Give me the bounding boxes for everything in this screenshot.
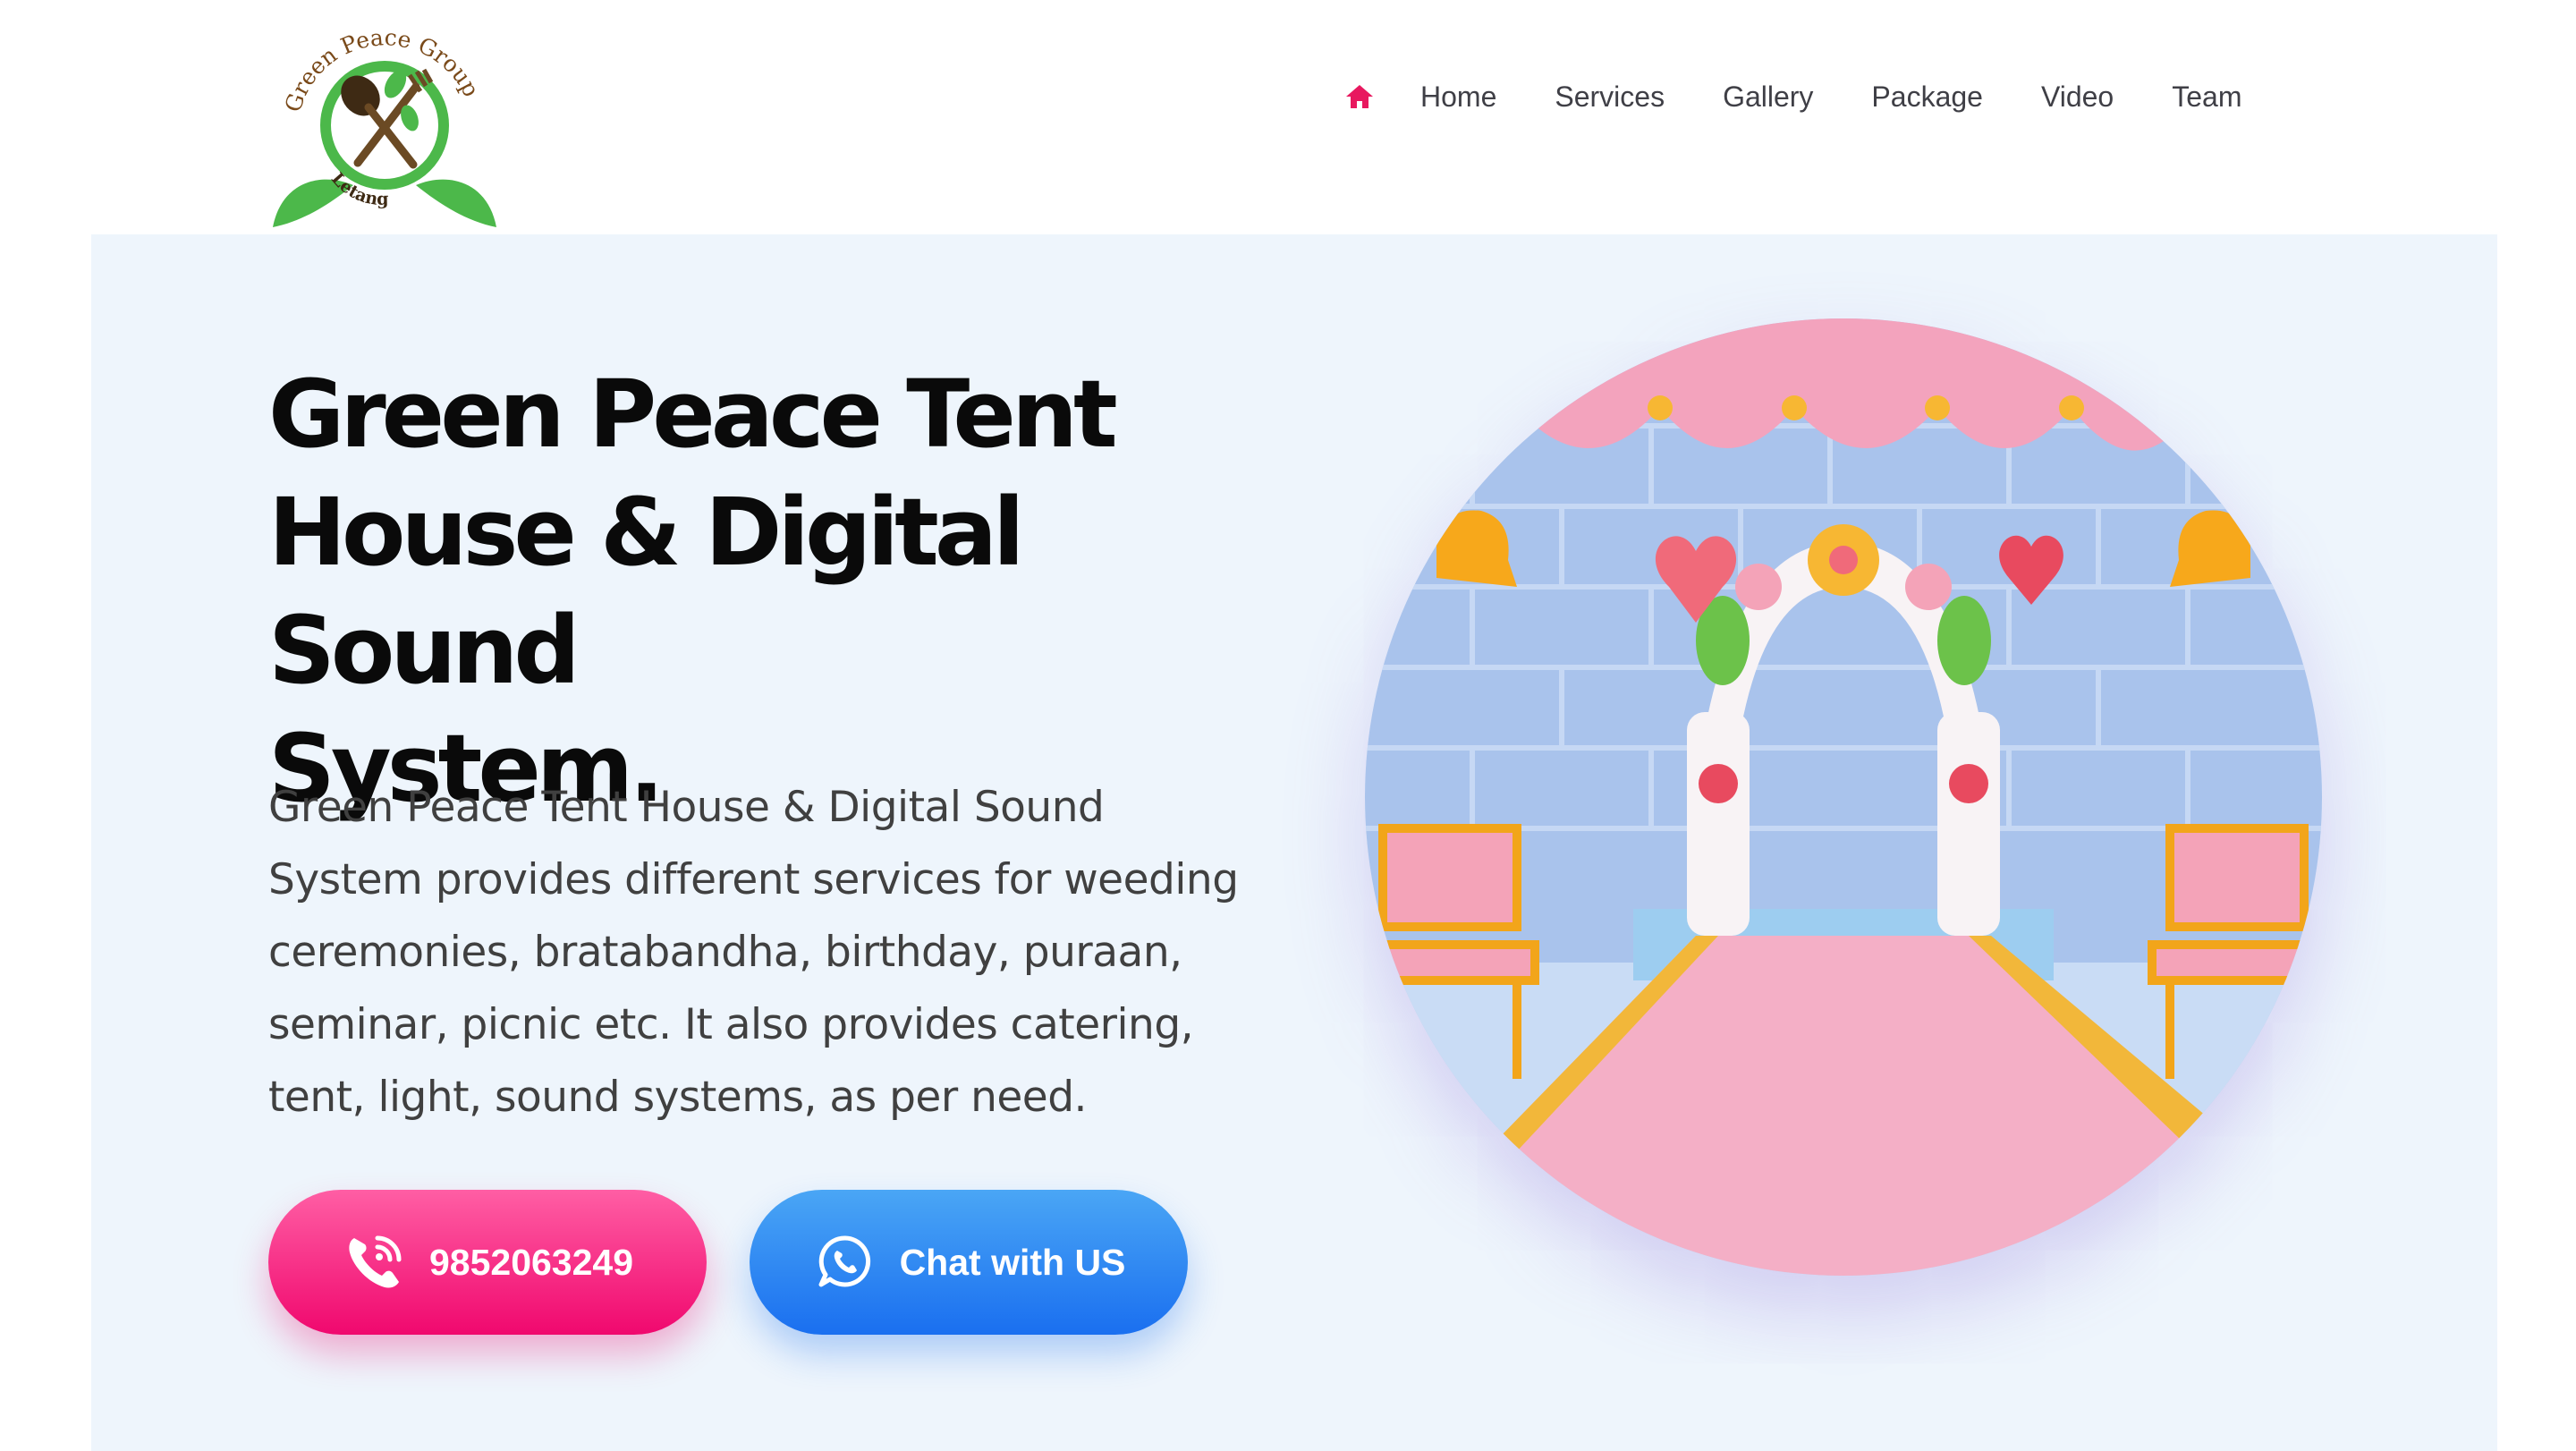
hero-description-line: ceremonies, bratabandha, birthday, puraa… (268, 928, 1182, 977)
nav-item-team[interactable]: Team (2172, 79, 2241, 115)
home-icon (1346, 85, 1373, 108)
site-header: Green Peace Group Letang Home Services G… (0, 0, 2576, 234)
nav-item-gallery[interactable]: Gallery (1723, 79, 1813, 115)
hero-section: Green Peace Tent House & Digital Sound S… (91, 234, 2497, 1451)
hero-title-line: Green Peace Tent (268, 360, 1118, 469)
nav-item-services[interactable]: Services (1555, 79, 1665, 115)
hero-title: Green Peace Tent House & Digital Sound S… (268, 355, 1297, 827)
main-nav: Home Services Gallery Package Video Team (1342, 79, 2241, 115)
hero-description: Green Peace Tent House & Digital Sound S… (268, 771, 1368, 1133)
chat-whatsapp-button[interactable]: Chat with US (750, 1190, 1188, 1335)
chat-whatsapp-button-label: Chat with US (899, 1241, 1126, 1283)
nav-item-home[interactable]: Home (1420, 79, 1496, 115)
phone-call-button[interactable]: 9852063249 (268, 1190, 707, 1335)
nav-item-package[interactable]: Package (1871, 79, 1983, 115)
green-peace-logo[interactable]: Green Peace Group Letang (268, 20, 501, 227)
nav-home-icon[interactable] (1342, 79, 1377, 115)
phone-call-icon (342, 1229, 408, 1295)
phone-call-button-label: 9852063249 (428, 1241, 634, 1283)
hero-description-line: tent, light, sound systems, as per need. (268, 1073, 1088, 1122)
wedding-stage-image (1365, 318, 2322, 1276)
nav-item-video[interactable]: Video (2041, 79, 2114, 115)
whatsapp-icon (812, 1229, 878, 1295)
hero-title-line: House & Digital Sound (268, 478, 1025, 705)
hero-description-line: System provides different services for w… (268, 855, 1239, 904)
hero-description-line: Green Peace Tent House & Digital Sound (268, 783, 1105, 832)
hero-description-line: seminar, picnic etc. It also provides ca… (268, 1000, 1194, 1049)
